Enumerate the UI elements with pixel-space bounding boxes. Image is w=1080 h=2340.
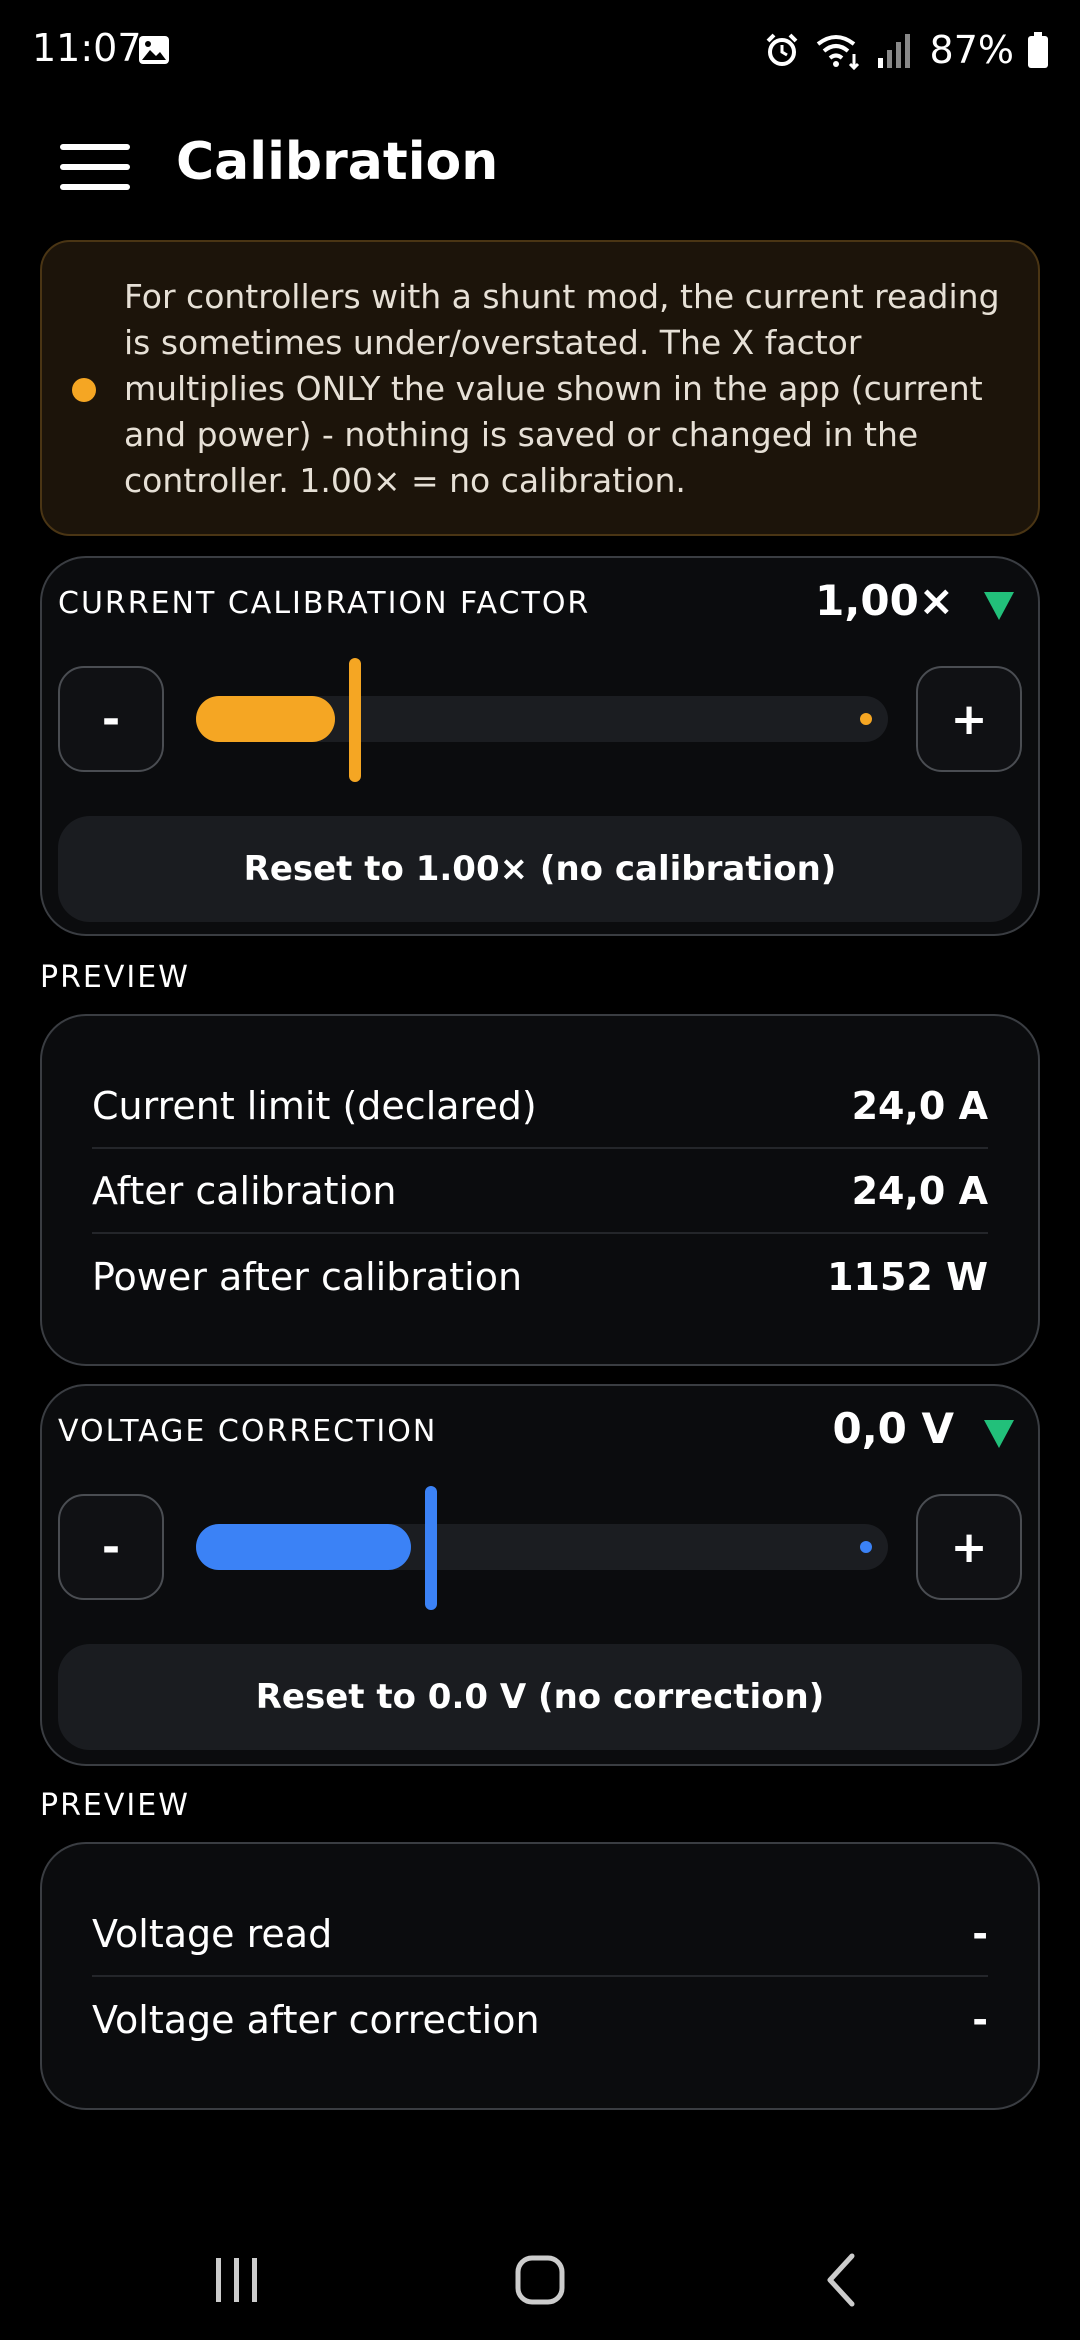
current-calibration-card: CURRENT CALIBRATION FACTOR 1,00× - + Res…	[40, 556, 1040, 936]
status-icons: 87%	[764, 24, 1048, 76]
preview-row: Power after calibration 1152 W	[92, 1234, 988, 1319]
row-value: -	[972, 1997, 988, 2042]
preview-row: Voltage after correction -	[92, 1977, 988, 2062]
voltage-decrease-button[interactable]: -	[58, 1494, 164, 1600]
row-label: After calibration	[92, 1168, 397, 1213]
info-dot-icon	[72, 378, 96, 402]
slider-fill	[196, 696, 335, 742]
row-label: Power after calibration	[92, 1254, 523, 1299]
reset-voltage-correction-button[interactable]: Reset to 0.0 V (no correction)	[58, 1644, 1022, 1750]
current-calibration-value: 1,00×	[815, 576, 954, 625]
preview-row: Current limit (declared) 24,0 A	[92, 1064, 988, 1149]
gallery-notification-icon	[139, 36, 169, 64]
status-time: 11:07	[32, 26, 142, 70]
row-label: Current limit (declared)	[92, 1083, 537, 1128]
status-bar: 11:07 87%	[0, 0, 1080, 100]
battery-icon	[1028, 32, 1048, 68]
app-bar: Calibration	[0, 120, 1080, 210]
wifi-icon	[816, 35, 859, 70]
triangle-down-icon	[984, 1420, 1014, 1448]
voltage-correction-value: 0,0 V	[832, 1404, 954, 1453]
info-banner: For controllers with a shunt mod, the cu…	[40, 240, 1040, 536]
signal-icon	[877, 34, 910, 68]
recent-apps-icon[interactable]	[196, 2248, 276, 2312]
slider-fill	[196, 1524, 411, 1570]
navigation-bar	[0, 2230, 1080, 2340]
back-icon[interactable]	[804, 2248, 884, 2312]
slider-endpoint-dot	[860, 1541, 872, 1553]
preview-row: After calibration 24,0 A	[92, 1149, 988, 1234]
voltage-correction-label: VOLTAGE CORRECTION	[58, 1414, 438, 1449]
slider-endpoint-dot	[860, 713, 872, 725]
current-decrease-button[interactable]: -	[58, 666, 164, 772]
current-preview-card: Current limit (declared) 24,0 A After ca…	[40, 1014, 1040, 1366]
row-label: Voltage after correction	[92, 1997, 540, 2042]
current-calibration-label: CURRENT CALIBRATION FACTOR	[58, 586, 591, 621]
page-title: Calibration	[176, 132, 499, 192]
current-calibration-slider[interactable]	[196, 658, 888, 782]
current-increase-button[interactable]: +	[916, 666, 1022, 772]
row-value: 1152 W	[827, 1254, 988, 1299]
alarm-icon	[766, 33, 797, 66]
slider-thumb[interactable]	[425, 1486, 437, 1610]
row-label: Voltage read	[92, 1911, 333, 1956]
voltage-correction-card: VOLTAGE CORRECTION 0,0 V - + Reset to 0.…	[40, 1384, 1040, 1766]
home-icon[interactable]	[500, 2248, 580, 2312]
preview-row: Voltage read -	[92, 1892, 988, 1977]
voltage-increase-button[interactable]: +	[916, 1494, 1022, 1600]
voltage-preview-card: Voltage read - Voltage after correction …	[40, 1842, 1040, 2110]
menu-icon[interactable]	[60, 144, 130, 190]
triangle-down-icon	[984, 592, 1014, 620]
voltage-correction-slider[interactable]	[196, 1486, 888, 1610]
row-value: -	[972, 1911, 988, 1956]
current-preview-label: PREVIEW	[40, 960, 190, 995]
reset-current-calibration-button[interactable]: Reset to 1.00× (no calibration)	[58, 816, 1022, 922]
slider-thumb[interactable]	[349, 658, 361, 782]
voltage-preview-label: PREVIEW	[40, 1788, 190, 1823]
row-value: 24,0 A	[851, 1083, 988, 1128]
info-text: For controllers with a shunt mod, the cu…	[124, 277, 1000, 500]
row-value: 24,0 A	[851, 1168, 988, 1213]
battery-percent: 87%	[929, 28, 1014, 72]
